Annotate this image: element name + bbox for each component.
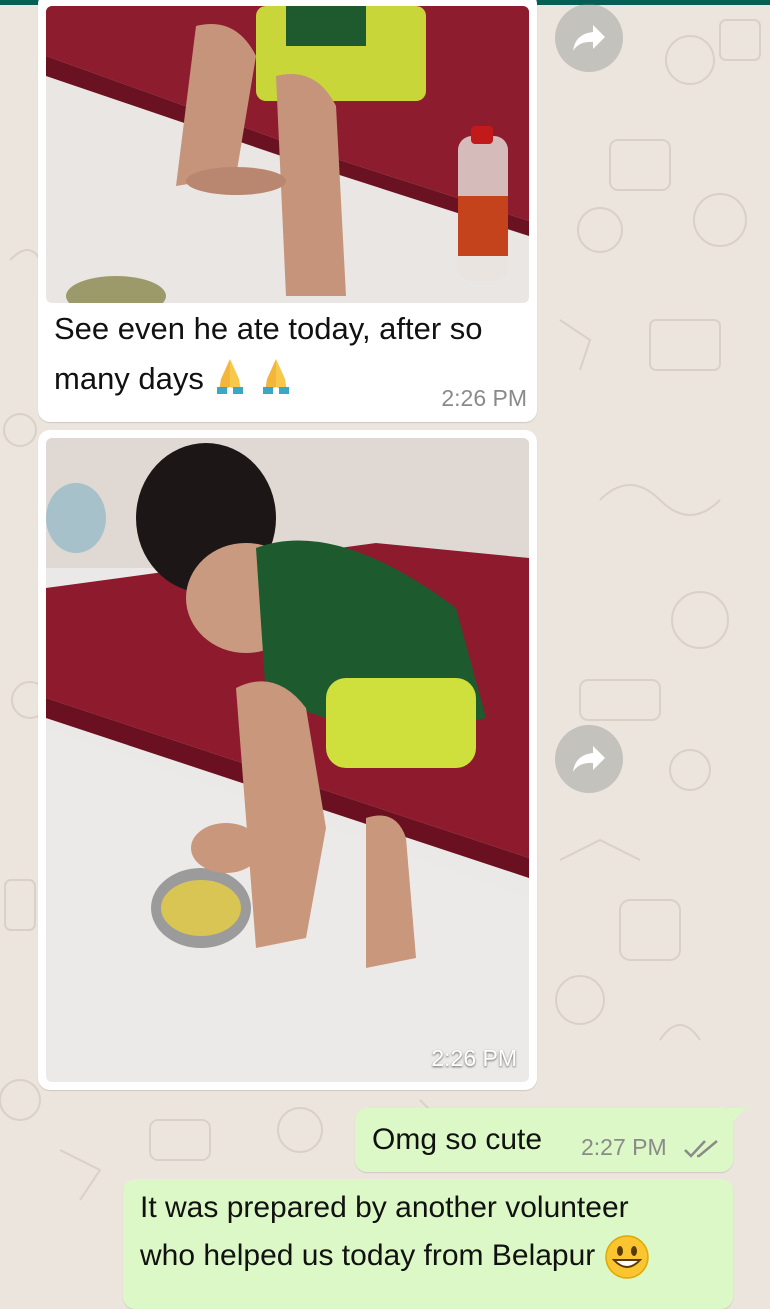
- outgoing-message-2[interactable]: It was prepared by another volunteer who…: [123, 1179, 733, 1309]
- message-photo-1[interactable]: [46, 6, 529, 303]
- message-text-line1: It was prepared by another volunteer: [140, 1191, 629, 1224]
- outgoing-message-1[interactable]: Omg so cute 2:27 PM: [355, 1108, 733, 1172]
- grinning-face-emoji: [604, 1235, 649, 1279]
- incoming-message-2[interactable]: 2:26 PM: [38, 430, 537, 1090]
- bubble-tail: [728, 1108, 746, 1126]
- message-time: 2:26 PM: [431, 1045, 517, 1071]
- double-check-icon: [684, 1140, 718, 1158]
- forward-icon: [573, 746, 605, 772]
- forward-button-2[interactable]: [555, 725, 623, 793]
- forward-button-1[interactable]: [555, 4, 623, 72]
- incoming-message-1[interactable]: See even he ate today, after so many day…: [38, 0, 537, 422]
- forward-icon: [573, 25, 605, 51]
- message-text: Omg so cute: [372, 1123, 543, 1156]
- message-time: 2:27 PM: [581, 1134, 667, 1160]
- message-time: 2:26 PM: [441, 385, 527, 411]
- message-photo-2[interactable]: 2:26 PM: [46, 438, 529, 1082]
- message-text-line2: who helped us today from Belapur: [140, 1232, 650, 1280]
- folded-hands-emoji: [213, 359, 294, 396]
- message-text-line2-text: who helped us today from Belapur: [140, 1239, 596, 1272]
